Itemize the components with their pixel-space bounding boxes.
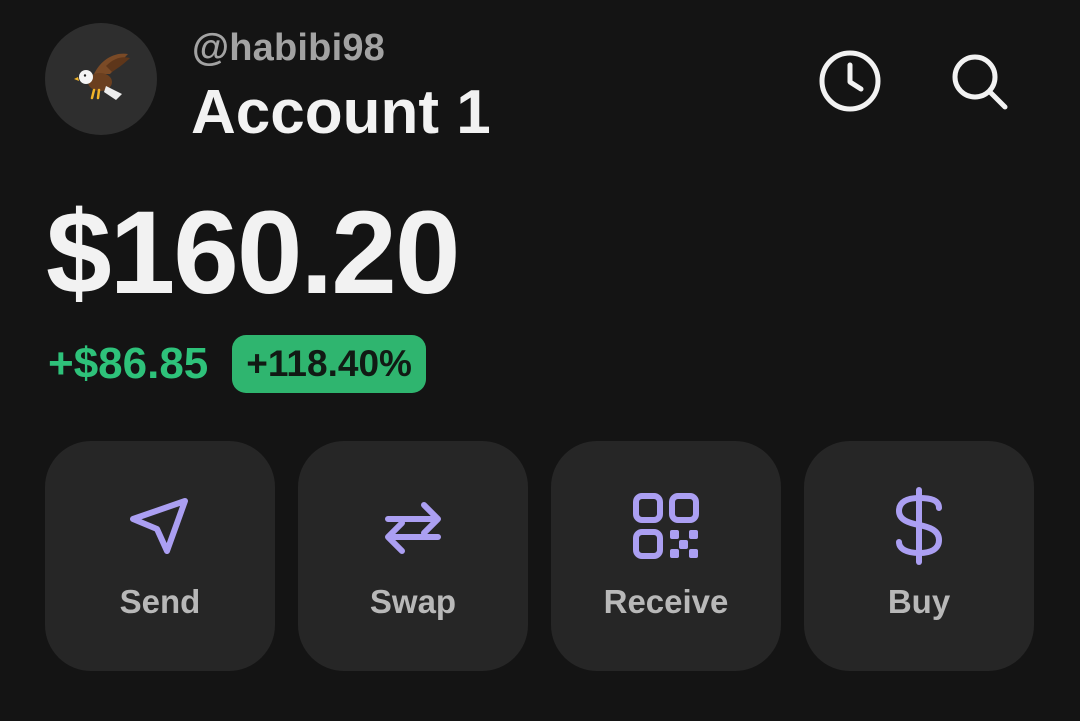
buy-label: Buy [887,583,951,620]
send-label: Send [119,583,201,620]
action-buttons: Send Swap Receive Buy [45,441,1034,671]
send-button[interactable]: Send [45,441,275,671]
dollar-icon [895,487,943,565]
change-amount: +$86.85 [48,339,209,388]
history-button[interactable] [815,46,885,116]
send-icon [130,498,188,554]
receive-button[interactable]: Receive [551,441,781,671]
total-balance: $160.20 [46,187,461,319]
change-percent-badge: +118.40% [232,335,426,393]
receive-label: Receive [603,583,729,620]
search-icon [952,54,1008,110]
clock-icon [819,50,881,112]
eagle-icon [74,53,130,100]
qr-code-icon [633,493,699,559]
buy-button[interactable]: Buy [804,441,1034,671]
search-button[interactable] [944,46,1014,116]
username: @habibi98 [192,27,386,69]
balance-change-row: +$86.85 +118.40% [48,335,426,393]
avatar[interactable] [45,23,157,135]
account-name[interactable]: Account 1 [191,78,491,148]
swap-label: Swap [369,583,457,620]
swap-button[interactable]: Swap [298,441,528,671]
swap-icon [385,502,441,554]
